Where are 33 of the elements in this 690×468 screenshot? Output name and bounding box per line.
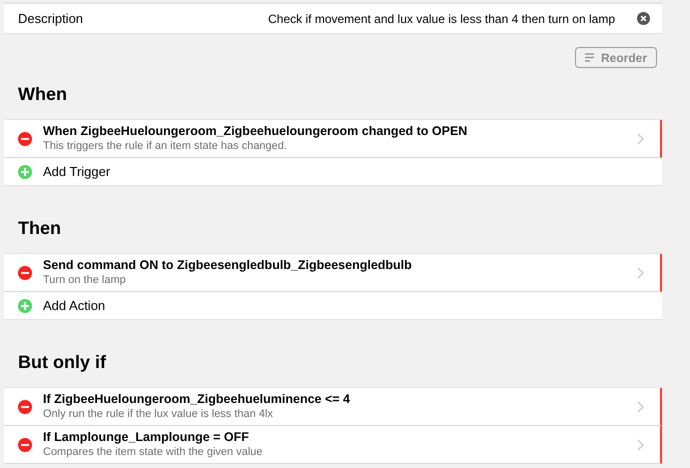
item-description: This triggers the rule if an item state has changed.	[43, 138, 288, 154]
rule-item[interactable]: If Lamplounge_Lamplounge = OFF Compares the item state with the given value	[4, 426, 662, 464]
item-description: Turn on the lamp	[43, 272, 127, 288]
add-label: Add Action	[43, 296, 106, 315]
remove-icon[interactable]	[18, 438, 32, 452]
reorder-icon	[584, 53, 595, 62]
rule-item[interactable]: Send command ON to Zigbeesengledbulb_Zigbeesengledbulb Turn on the lamp	[4, 254, 662, 292]
remove-icon[interactable]	[18, 400, 32, 414]
remove-icon[interactable]	[18, 132, 32, 146]
add-row[interactable]: Add Trigger	[4, 158, 662, 186]
item-description: Only run the rule if the lux value is less than 4lx	[43, 406, 274, 422]
section-heading: Then	[17, 217, 62, 240]
add-label: Add Trigger	[43, 162, 110, 181]
chevron-right-icon	[637, 266, 644, 278]
description-value[interactable]: Check if movement and lux value is less than 4 then turn on lamp	[248, 10, 637, 28]
add-icon	[18, 164, 32, 178]
item-description: Compares the item state with the given value	[43, 444, 264, 460]
item-title: Send command ON to Zigbeesengledbulb_Zigbeesengledbulb	[43, 258, 413, 272]
remove-icon[interactable]	[18, 266, 32, 280]
add-row[interactable]: Add Action	[4, 292, 662, 320]
rule-item[interactable]: If ZigbeeHueloungeroom_Zigbeehueluminence <= 4 Only run the rule if the lux value is less than 4lx	[4, 388, 662, 426]
chevron-right-icon	[637, 438, 644, 450]
add-icon	[18, 298, 32, 312]
item-title: If Lamplounge_Lamplounge = OFF	[43, 430, 250, 444]
chevron-right-icon	[637, 132, 644, 144]
description-label: Description	[18, 10, 84, 28]
item-title: When ZigbeeHueloungeroom_Zigbeehueloungeroom changed to OPEN	[43, 124, 468, 138]
chevron-right-icon	[637, 400, 644, 412]
item-title: If ZigbeeHueloungeroom_Zigbeehueluminence <= 4	[43, 392, 352, 406]
section-heading: When	[17, 83, 68, 106]
section-heading: But only if	[17, 351, 107, 374]
rule-item[interactable]: When ZigbeeHueloungeroom_Zigbeehueloungeroom changed to OPEN This triggers the rule if an item state has changed.	[4, 120, 662, 158]
clear-icon[interactable]	[637, 12, 650, 25]
